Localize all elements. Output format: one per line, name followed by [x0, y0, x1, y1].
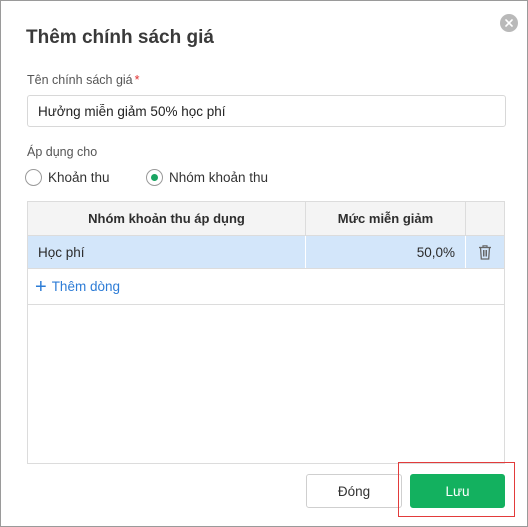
radio-circle-checked[interactable] — [146, 169, 163, 186]
column-header-actions — [466, 202, 504, 235]
table-row[interactable]: Học phí 50,0% — [28, 236, 504, 269]
add-row-label: Thêm dòng — [51, 279, 120, 294]
column-header-group: Nhóm khoản thu áp dụng — [28, 202, 306, 235]
cell-discount[interactable]: 50,0% — [306, 236, 466, 268]
dialog-title: Thêm chính sách giá — [26, 27, 214, 48]
trash-icon — [479, 245, 491, 260]
add-price-policy-dialog: Thêm chính sách giá Tên chính sách giá * … — [0, 0, 528, 527]
save-button[interactable]: Lưu — [410, 474, 505, 508]
apply-to-label: Áp dụng cho — [27, 145, 98, 159]
delete-row-button[interactable] — [466, 236, 504, 268]
cell-group[interactable]: Học phí — [28, 236, 306, 268]
policy-name-input[interactable] — [27, 95, 506, 127]
radio-fee-item-label: Khoản thu — [48, 170, 110, 185]
radio-dot — [151, 174, 158, 181]
required-mark: * — [134, 73, 140, 87]
radio-fee-group[interactable]: Nhóm khoản thu — [146, 169, 268, 186]
table-header: Nhóm khoản thu áp dụng Mức miễn giảm — [28, 202, 504, 236]
radio-circle-unchecked[interactable] — [25, 169, 42, 186]
radio-fee-item[interactable]: Khoản thu — [25, 169, 110, 186]
close-button[interactable] — [500, 14, 518, 32]
plus-icon: + — [35, 275, 47, 298]
discount-table: Nhóm khoản thu áp dụng Mức miễn giảm Học… — [27, 201, 505, 464]
close-icon — [505, 19, 513, 27]
close-dialog-button[interactable]: Đóng — [306, 474, 402, 508]
add-row-button[interactable]: + Thêm dòng — [28, 269, 504, 305]
column-header-discount: Mức miễn giảm — [306, 202, 466, 235]
radio-fee-group-label: Nhóm khoản thu — [169, 170, 269, 185]
policy-name-label-text: Tên chính sách giá — [27, 73, 133, 87]
policy-name-label: Tên chính sách giá * — [27, 73, 140, 87]
